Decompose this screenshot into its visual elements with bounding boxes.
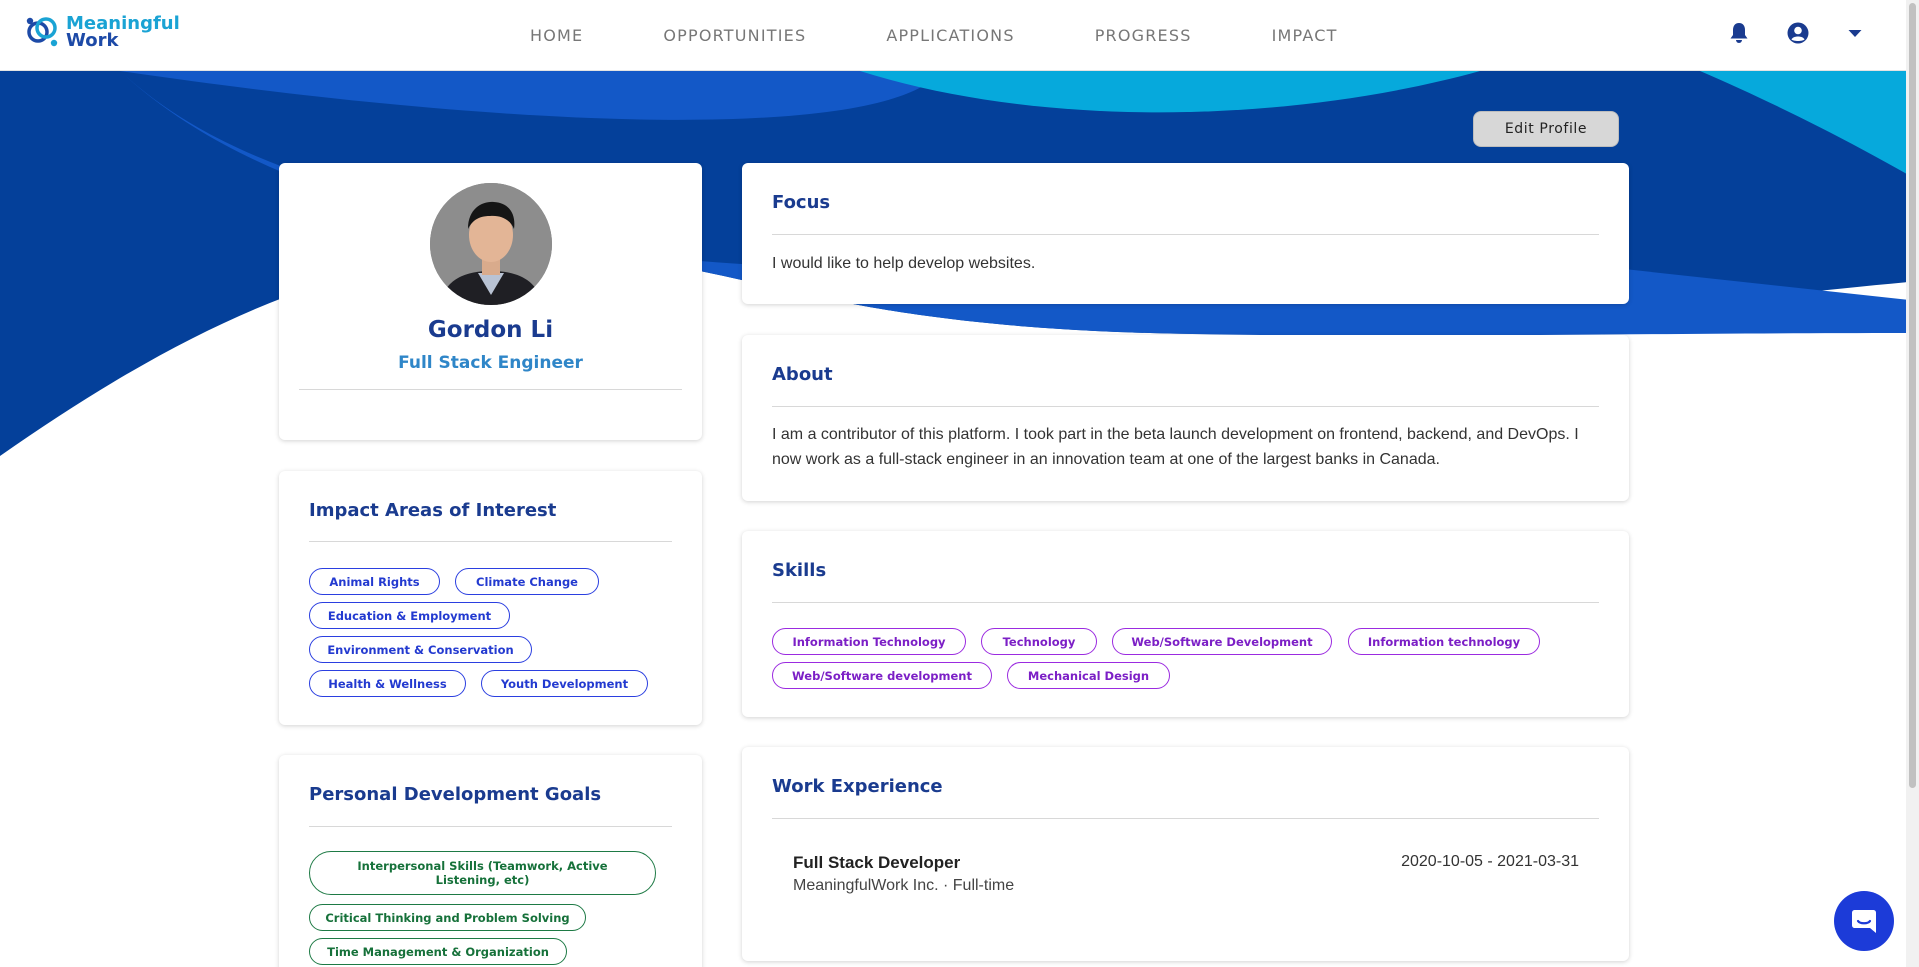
skills-title: Skills bbox=[772, 560, 827, 581]
main-nav: HOME OPPORTUNITIES APPLICATIONS PROGRESS… bbox=[530, 0, 1418, 71]
user-circle-icon[interactable] bbox=[1787, 22, 1809, 44]
impact-tag[interactable]: Environment & Conservation bbox=[309, 636, 532, 663]
nav-opportunities[interactable]: OPPORTUNITIES bbox=[663, 26, 806, 45]
focus-title: Focus bbox=[772, 192, 831, 213]
impact-tag[interactable]: Climate Change bbox=[455, 568, 599, 595]
skill-tag[interactable]: Web/Software development bbox=[772, 662, 992, 689]
job-company: MeaningfulWork Inc. · Full-time bbox=[793, 877, 1015, 894]
caret-down-icon[interactable] bbox=[1847, 27, 1863, 39]
focus-card: Focus I would like to help develop websi… bbox=[742, 163, 1629, 304]
brand-logo[interactable]: Meaningful Work bbox=[24, 14, 180, 50]
impact-tag[interactable]: Animal Rights bbox=[309, 568, 440, 595]
edit-profile-button[interactable]: Edit Profile bbox=[1473, 111, 1619, 147]
bell-icon[interactable] bbox=[1729, 22, 1749, 44]
goal-tag[interactable]: Interpersonal Skills (Teamwork, Active L… bbox=[309, 851, 656, 895]
profile-divider bbox=[299, 389, 682, 390]
header-actions bbox=[1729, 22, 1863, 44]
focus-text: I would like to help develop websites. bbox=[772, 255, 1036, 272]
development-goals-title: Personal Development Goals bbox=[309, 784, 602, 805]
page-scrollbar[interactable] bbox=[1906, 0, 1919, 967]
profile-role: Full Stack Engineer bbox=[398, 353, 583, 373]
about-text: I am a contributor of this platform. I t… bbox=[772, 426, 1579, 468]
impact-tag[interactable]: Youth Development bbox=[481, 670, 648, 697]
impact-divider bbox=[309, 541, 672, 542]
scrollbar-thumb[interactable] bbox=[1909, 3, 1916, 788]
focus-divider bbox=[772, 234, 1599, 235]
nav-progress[interactable]: PROGRESS bbox=[1095, 26, 1192, 45]
brand-name: Meaningful Work bbox=[66, 15, 180, 51]
impact-tag[interactable]: Health & Wellness bbox=[309, 670, 466, 697]
profile-name: Gordon Li bbox=[427, 317, 554, 343]
skill-tag[interactable]: Mechanical Design bbox=[1007, 662, 1170, 689]
skill-tag[interactable]: Information technology bbox=[1348, 628, 1540, 655]
skills-card: Skills Information Technology Technology… bbox=[742, 531, 1629, 717]
logo-icon bbox=[26, 17, 58, 47]
nav-home[interactable]: HOME bbox=[530, 26, 583, 45]
job-dates: 2020-10-05 - 2021-03-31 bbox=[1401, 853, 1579, 870]
work-experience-card: Work Experience Full Stack Developer Mea… bbox=[742, 747, 1629, 961]
skill-tag[interactable]: Web/Software Development bbox=[1112, 628, 1332, 655]
about-card: About I am a contributor of this platfor… bbox=[742, 335, 1629, 501]
top-navbar: Meaningful Work HOME OPPORTUNITIES APPLI… bbox=[0, 0, 1919, 71]
impact-areas-card: Impact Areas of Interest Animal Rights C… bbox=[279, 471, 702, 725]
brand-line2: Work bbox=[66, 30, 119, 51]
development-goals-card: Personal Development Goals Interpersonal… bbox=[279, 755, 702, 967]
impact-areas-title: Impact Areas of Interest bbox=[309, 500, 557, 521]
avatar bbox=[429, 183, 552, 305]
nav-applications[interactable]: APPLICATIONS bbox=[886, 26, 1014, 45]
work-experience-title: Work Experience bbox=[772, 776, 943, 797]
about-title: About bbox=[772, 364, 833, 385]
skill-tag[interactable]: Technology bbox=[981, 628, 1097, 655]
work-divider bbox=[772, 818, 1599, 819]
impact-tag[interactable]: Education & Employment bbox=[309, 602, 510, 629]
chat-icon bbox=[1852, 910, 1876, 933]
profile-photo bbox=[429, 183, 552, 305]
profile-card: Gordon Li Full Stack Engineer bbox=[279, 163, 702, 440]
skill-tag[interactable]: Information Technology bbox=[772, 628, 966, 655]
skills-divider bbox=[772, 602, 1599, 603]
chat-button[interactable] bbox=[1834, 891, 1894, 951]
about-divider bbox=[772, 406, 1599, 407]
goal-tag[interactable]: Critical Thinking and Problem Solving bbox=[309, 904, 586, 931]
job-title: Full Stack Developer bbox=[793, 853, 961, 872]
goal-tag[interactable]: Time Management & Organization bbox=[309, 938, 567, 965]
nav-impact[interactable]: IMPACT bbox=[1272, 26, 1338, 45]
goals-divider bbox=[309, 826, 672, 827]
